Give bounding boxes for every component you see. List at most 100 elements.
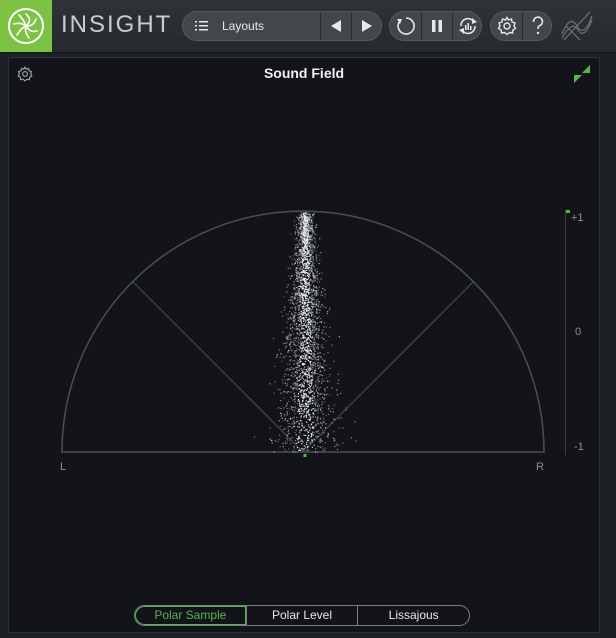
scatter-point: [297, 393, 299, 395]
scatter-point: [280, 407, 282, 409]
scatter-point: [300, 315, 302, 317]
previous-layout-button[interactable]: [321, 12, 351, 40]
scatter-point: [290, 375, 292, 377]
scatter-point: [278, 439, 280, 441]
scatter-point: [309, 258, 311, 260]
scatter-point: [313, 421, 315, 423]
scatter-point: [319, 441, 321, 443]
scatter-point: [311, 382, 313, 384]
scatter-point: [296, 280, 298, 282]
scatter-point: [314, 362, 316, 364]
scatter-point: [301, 403, 303, 405]
scatter-point: [308, 216, 310, 218]
layouts-menu-button[interactable]: Layouts: [183, 12, 320, 40]
scatter-point: [296, 376, 298, 379]
scatter-point: [324, 388, 326, 390]
scatter-point: [301, 325, 303, 327]
scatter-point: [310, 331, 312, 333]
scatter-point: [311, 296, 313, 298]
triangle-left-icon: [331, 20, 341, 32]
scatter-point: [289, 336, 292, 338]
scatter-point: [312, 393, 314, 395]
scatter-point: [301, 265, 303, 268]
scatter-point: [317, 383, 319, 385]
help-button[interactable]: [523, 12, 552, 40]
scatter-point: [306, 443, 308, 445]
scatter-point: [298, 355, 300, 357]
scatter-point: [315, 323, 317, 325]
scatter-point: [291, 275, 293, 277]
scatter-point: [294, 238, 296, 241]
scatter-point: [306, 439, 308, 441]
scatter-point: [311, 364, 313, 366]
settings-button[interactable]: [491, 12, 522, 40]
scatter-point: [289, 299, 291, 301]
scatter-point: [293, 386, 295, 388]
scatter-point: [321, 304, 323, 306]
scatter-point: [283, 309, 286, 311]
scatter-point: [293, 351, 295, 354]
tab-polar-level[interactable]: Polar Level: [245, 606, 358, 625]
scatter-point: [301, 355, 303, 357]
collapse-panel-button[interactable]: [572, 64, 592, 84]
scatter-point: [333, 431, 335, 433]
scatter-point: [308, 373, 310, 375]
scatter-point: [300, 296, 303, 298]
scatter-point: [298, 233, 300, 235]
scale-middle-label: 0: [575, 326, 581, 338]
scatter-point: [297, 264, 299, 266]
scatter-point: [329, 307, 331, 309]
scatter-point: [321, 422, 323, 425]
tab-lissajous[interactable]: Lissajous: [357, 606, 469, 625]
scatter-point: [323, 419, 325, 421]
scatter-point: [297, 306, 299, 308]
scatter-point: [300, 257, 302, 259]
scatter-point: [306, 416, 308, 418]
scatter-point: [298, 422, 300, 424]
scatter-point: [299, 391, 301, 393]
scatter-point: [309, 361, 311, 363]
scatter-point: [319, 446, 321, 448]
reset-meters-button[interactable]: [453, 12, 482, 40]
scatter-point: [300, 232, 302, 234]
scatter-point: [290, 386, 292, 388]
scatter-point: [306, 245, 308, 247]
scatter-point: [295, 289, 297, 291]
scatter-point: [304, 372, 306, 375]
scatter-point: [306, 256, 308, 258]
scatter-point: [313, 302, 315, 304]
scatter-point: [301, 317, 303, 319]
scatter-point: [336, 448, 339, 450]
scatter-point: [307, 232, 309, 234]
scatter-point: [318, 303, 320, 305]
scatter-point: [318, 301, 320, 303]
scatter-point: [303, 385, 305, 387]
scatter-point: [300, 405, 302, 407]
scatter-point: [305, 225, 307, 227]
scatter-point: [310, 216, 312, 218]
scatter-point: [298, 338, 300, 341]
scatter-point: [331, 408, 334, 410]
scatter-point: [308, 328, 310, 330]
scatter-point: [306, 387, 309, 389]
scatter-point: [293, 344, 295, 346]
scatter-point: [289, 317, 291, 319]
scatter-point: [298, 214, 300, 216]
scatter-point: [311, 310, 313, 312]
next-layout-button[interactable]: [352, 12, 382, 40]
pause-button[interactable]: [422, 12, 452, 40]
scatter-point: [317, 430, 319, 432]
scatter-point: [321, 382, 323, 384]
scatter-point: [295, 429, 297, 431]
scatter-point: [283, 376, 285, 378]
scatter-point: [296, 323, 298, 325]
scatter-point: [297, 218, 299, 220]
scatter-point: [293, 387, 295, 389]
tab-polar-sample[interactable]: Polar Sample: [135, 606, 246, 625]
loop-button[interactable]: [390, 12, 421, 40]
scatter-point: [290, 296, 292, 298]
scatter-point: [286, 384, 288, 387]
scatter-point: [286, 291, 288, 293]
scatter-point: [292, 417, 294, 419]
scatter-point: [316, 431, 318, 433]
